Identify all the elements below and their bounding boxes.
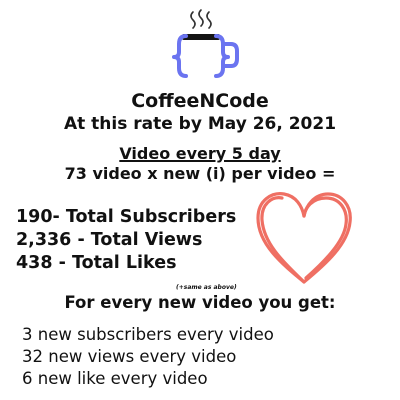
per-video-likes: 6 new like every video	[22, 369, 208, 388]
total-views: 2,336 - Total Views	[16, 230, 203, 250]
per-video-views: 32 new views every video	[22, 347, 237, 366]
projection-formula: 73 video x new (i) per video =	[64, 164, 336, 183]
coffee-mug-code-logo-icon	[172, 9, 239, 78]
upload-cadence: Video every 5 day	[119, 144, 281, 163]
projection-date-line: At this rate by May 26, 2021	[63, 114, 337, 134]
same-as-above-note: (+same as above)	[176, 284, 237, 291]
total-likes: 438 - Total Likes	[16, 253, 177, 273]
per-video-heading: For every new video you get:	[64, 293, 336, 312]
total-subscribers: 190- Total Subscribers	[16, 207, 237, 227]
per-video-subscribers: 3 new subscribers every video	[22, 325, 274, 344]
brand-title: CoffeeNCode	[131, 90, 269, 112]
heart-doodle-icon	[256, 192, 352, 284]
